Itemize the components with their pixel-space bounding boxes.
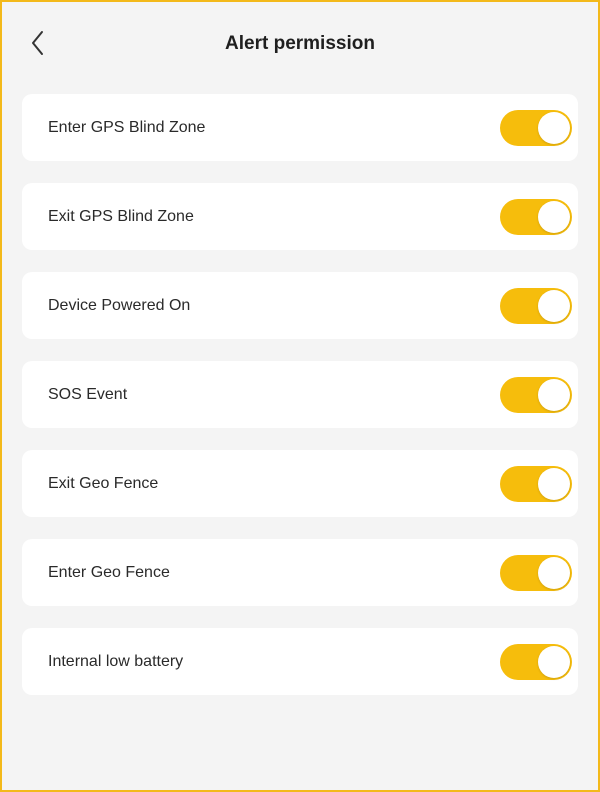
alert-label: Exit Geo Fence bbox=[48, 475, 159, 492]
app-screen: Alert permission Enter GPS Blind Zone Ex… bbox=[0, 0, 600, 792]
toggle-knob bbox=[538, 290, 570, 322]
alert-row-internal-low-battery: Internal low battery bbox=[22, 628, 578, 695]
enter-gps-blind-zone-toggle[interactable] bbox=[500, 110, 572, 146]
chevron-left-icon bbox=[32, 31, 43, 55]
exit-gps-blind-zone-toggle[interactable] bbox=[500, 199, 572, 235]
back-button[interactable] bbox=[24, 26, 54, 60]
toggle-knob bbox=[538, 112, 570, 144]
toggle-knob bbox=[538, 201, 570, 233]
toggle-knob bbox=[538, 646, 570, 678]
alert-label: Enter GPS Blind Zone bbox=[48, 119, 206, 136]
alert-label: Exit GPS Blind Zone bbox=[48, 208, 194, 225]
alert-label: Enter Geo Fence bbox=[48, 564, 170, 581]
internal-low-battery-toggle[interactable] bbox=[500, 644, 572, 680]
toggle-knob bbox=[538, 379, 570, 411]
alert-row-enter-gps-blind-zone: Enter GPS Blind Zone bbox=[22, 94, 578, 161]
alert-row-device-powered-on: Device Powered On bbox=[22, 272, 578, 339]
toggle-knob bbox=[538, 468, 570, 500]
alert-row-enter-geo-fence: Enter Geo Fence bbox=[22, 539, 578, 606]
alert-permission-list: Enter GPS Blind Zone Exit GPS Blind Zone… bbox=[22, 94, 578, 717]
toggle-knob bbox=[538, 557, 570, 589]
alert-label: SOS Event bbox=[48, 386, 128, 403]
alert-label: Device Powered On bbox=[48, 297, 191, 314]
alert-label: Internal low battery bbox=[48, 653, 184, 670]
device-powered-on-toggle[interactable] bbox=[500, 288, 572, 324]
exit-geo-fence-toggle[interactable] bbox=[500, 466, 572, 502]
alert-row-sos-event: SOS Event bbox=[22, 361, 578, 428]
alert-row-exit-gps-blind-zone: Exit GPS Blind Zone bbox=[22, 183, 578, 250]
header-bar: Alert permission bbox=[2, 2, 598, 84]
alert-row-exit-geo-fence: Exit Geo Fence bbox=[22, 450, 578, 517]
sos-event-toggle[interactable] bbox=[500, 377, 572, 413]
page-title: Alert permission bbox=[225, 33, 375, 54]
enter-geo-fence-toggle[interactable] bbox=[500, 555, 572, 591]
